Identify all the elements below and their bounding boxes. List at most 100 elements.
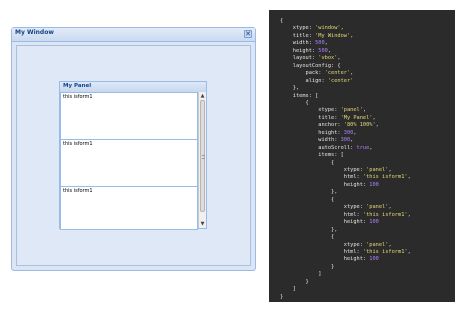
code-token: 'center': [327, 77, 354, 84]
code-token: width:: [280, 40, 316, 47]
code-token: ,: [350, 137, 354, 144]
code-token: 'panel': [340, 107, 363, 114]
code-token: height:: [280, 47, 319, 54]
code-token: 'this isform1': [362, 248, 408, 255]
form-panel-2: this isform1: [60, 139, 198, 187]
code-token: layout:: [280, 55, 319, 62]
code-token: }: [280, 293, 284, 300]
code-token: 'this isform1': [362, 174, 408, 181]
code-line: xtype: 'panel',: [280, 167, 392, 174]
code-token: ,: [372, 114, 376, 121]
code-token: ,: [350, 70, 354, 77]
code-token: items: [: [280, 92, 319, 99]
code-line: xtype: 'panel',: [280, 204, 392, 211]
code-line: width: 300,: [280, 137, 353, 144]
code-line: {: [280, 234, 334, 241]
code-token: 300: [340, 137, 351, 144]
code-token: html:: [280, 248, 363, 255]
code-line: html: 'this isform1',: [280, 249, 411, 256]
code-token: xtype:: [280, 241, 367, 248]
code-token: width:: [280, 137, 341, 144]
code-line: }: [280, 294, 283, 301]
code-token: '80% 100%': [343, 122, 376, 129]
code-token: anchor:: [280, 122, 344, 129]
code-line: align: 'center': [280, 77, 354, 85]
code-token: title:: [280, 32, 316, 39]
code-token: ]: [280, 286, 296, 293]
code-token: ,: [327, 47, 332, 54]
form-panel-3: this isform1: [60, 186, 198, 230]
code-line: autoScroll: true,: [280, 144, 373, 152]
code-line: height: 500,: [280, 48, 331, 55]
code-token: 'panel': [366, 204, 389, 211]
code-token: ,: [369, 144, 373, 151]
code-token: ,: [407, 174, 411, 181]
code-token: 'panel': [366, 241, 389, 248]
code-token: ,: [340, 25, 344, 32]
code-token: xtype:: [280, 204, 367, 211]
code-token: xtype:: [280, 107, 341, 114]
code-token: layoutConfig: {: [280, 62, 341, 69]
code-token: 'this isform1': [362, 211, 408, 218]
code-token: ,: [375, 122, 379, 129]
code-line: xtype: 'panel',: [280, 107, 366, 114]
window-title: My Window: [15, 29, 54, 36]
code-token: html:: [280, 174, 363, 181]
code-token: true: [356, 144, 370, 151]
code-token: ,: [324, 40, 328, 47]
code-token: title:: [280, 114, 341, 121]
form-panel-text: this isform1: [63, 94, 93, 100]
scroll-thumb[interactable]: [200, 100, 205, 212]
code-token: xtype:: [280, 25, 316, 32]
code-line: },: [280, 189, 337, 196]
panel-body: this isform1 this isform1 this isform1: [60, 92, 198, 230]
panel-title: My Panel: [63, 83, 92, 89]
code-token: 500: [315, 40, 325, 47]
scroll-grip-icon: [202, 155, 205, 159]
code-token: {: [280, 18, 284, 24]
code-token: 'center': [324, 70, 351, 77]
code-editor: { xtype: 'window', title: 'My Window', w…: [269, 10, 455, 302]
code-token: 'My Panel': [340, 114, 373, 121]
code-line: pack: 'center',: [280, 70, 354, 77]
code-token: height:: [280, 219, 370, 226]
window-header[interactable]: My Window ✕: [12, 28, 255, 42]
code-line: xtype: 'panel',: [280, 242, 392, 249]
code-token: height:: [280, 256, 370, 263]
code-line: height: 100: [280, 256, 379, 263]
code-token: 100: [369, 256, 379, 263]
code-token: autoScroll:: [280, 144, 357, 151]
code-token: ,: [407, 211, 411, 218]
code-line: anchor: '80% 100%',: [280, 122, 379, 129]
code-line: html: 'this isform1',: [280, 212, 411, 219]
code-token: ,: [353, 129, 357, 136]
code-token: ,: [350, 32, 354, 39]
code-line: xtype: 'window',: [280, 25, 344, 32]
code-line: ]: [280, 271, 321, 278]
scroll-down-icon[interactable]: ▼: [200, 221, 205, 227]
code-token: height:: [280, 129, 344, 136]
code-token: 500: [318, 47, 328, 54]
form-panel-1: this isform1: [60, 92, 198, 140]
code-token: {: [280, 234, 335, 241]
code-line: items: [: [280, 92, 319, 100]
code-token: },: [280, 85, 300, 92]
code-line: height: 100: [280, 219, 379, 226]
code-token: ,: [388, 167, 392, 173]
code-token: ,: [388, 204, 392, 211]
code-line: height: 100: [280, 182, 379, 189]
scroll-up-icon[interactable]: ▲: [200, 93, 205, 99]
code-token: {: [280, 99, 309, 106]
code-token: 100: [369, 219, 379, 226]
code-line: width: 500,: [280, 40, 328, 47]
code-token: pack:: [280, 70, 325, 77]
code-token: ,: [337, 55, 341, 62]
code-line: {: [280, 18, 283, 25]
code-token: items: [: [280, 152, 344, 159]
close-icon[interactable]: ✕: [244, 30, 252, 38]
code-token: height:: [280, 181, 370, 188]
code-token: align:: [280, 77, 328, 84]
code-line: layoutConfig: {: [280, 63, 341, 70]
code-line: title: 'My Panel',: [280, 114, 376, 122]
vertical-scrollbar[interactable]: ▲ ▼: [198, 92, 206, 228]
